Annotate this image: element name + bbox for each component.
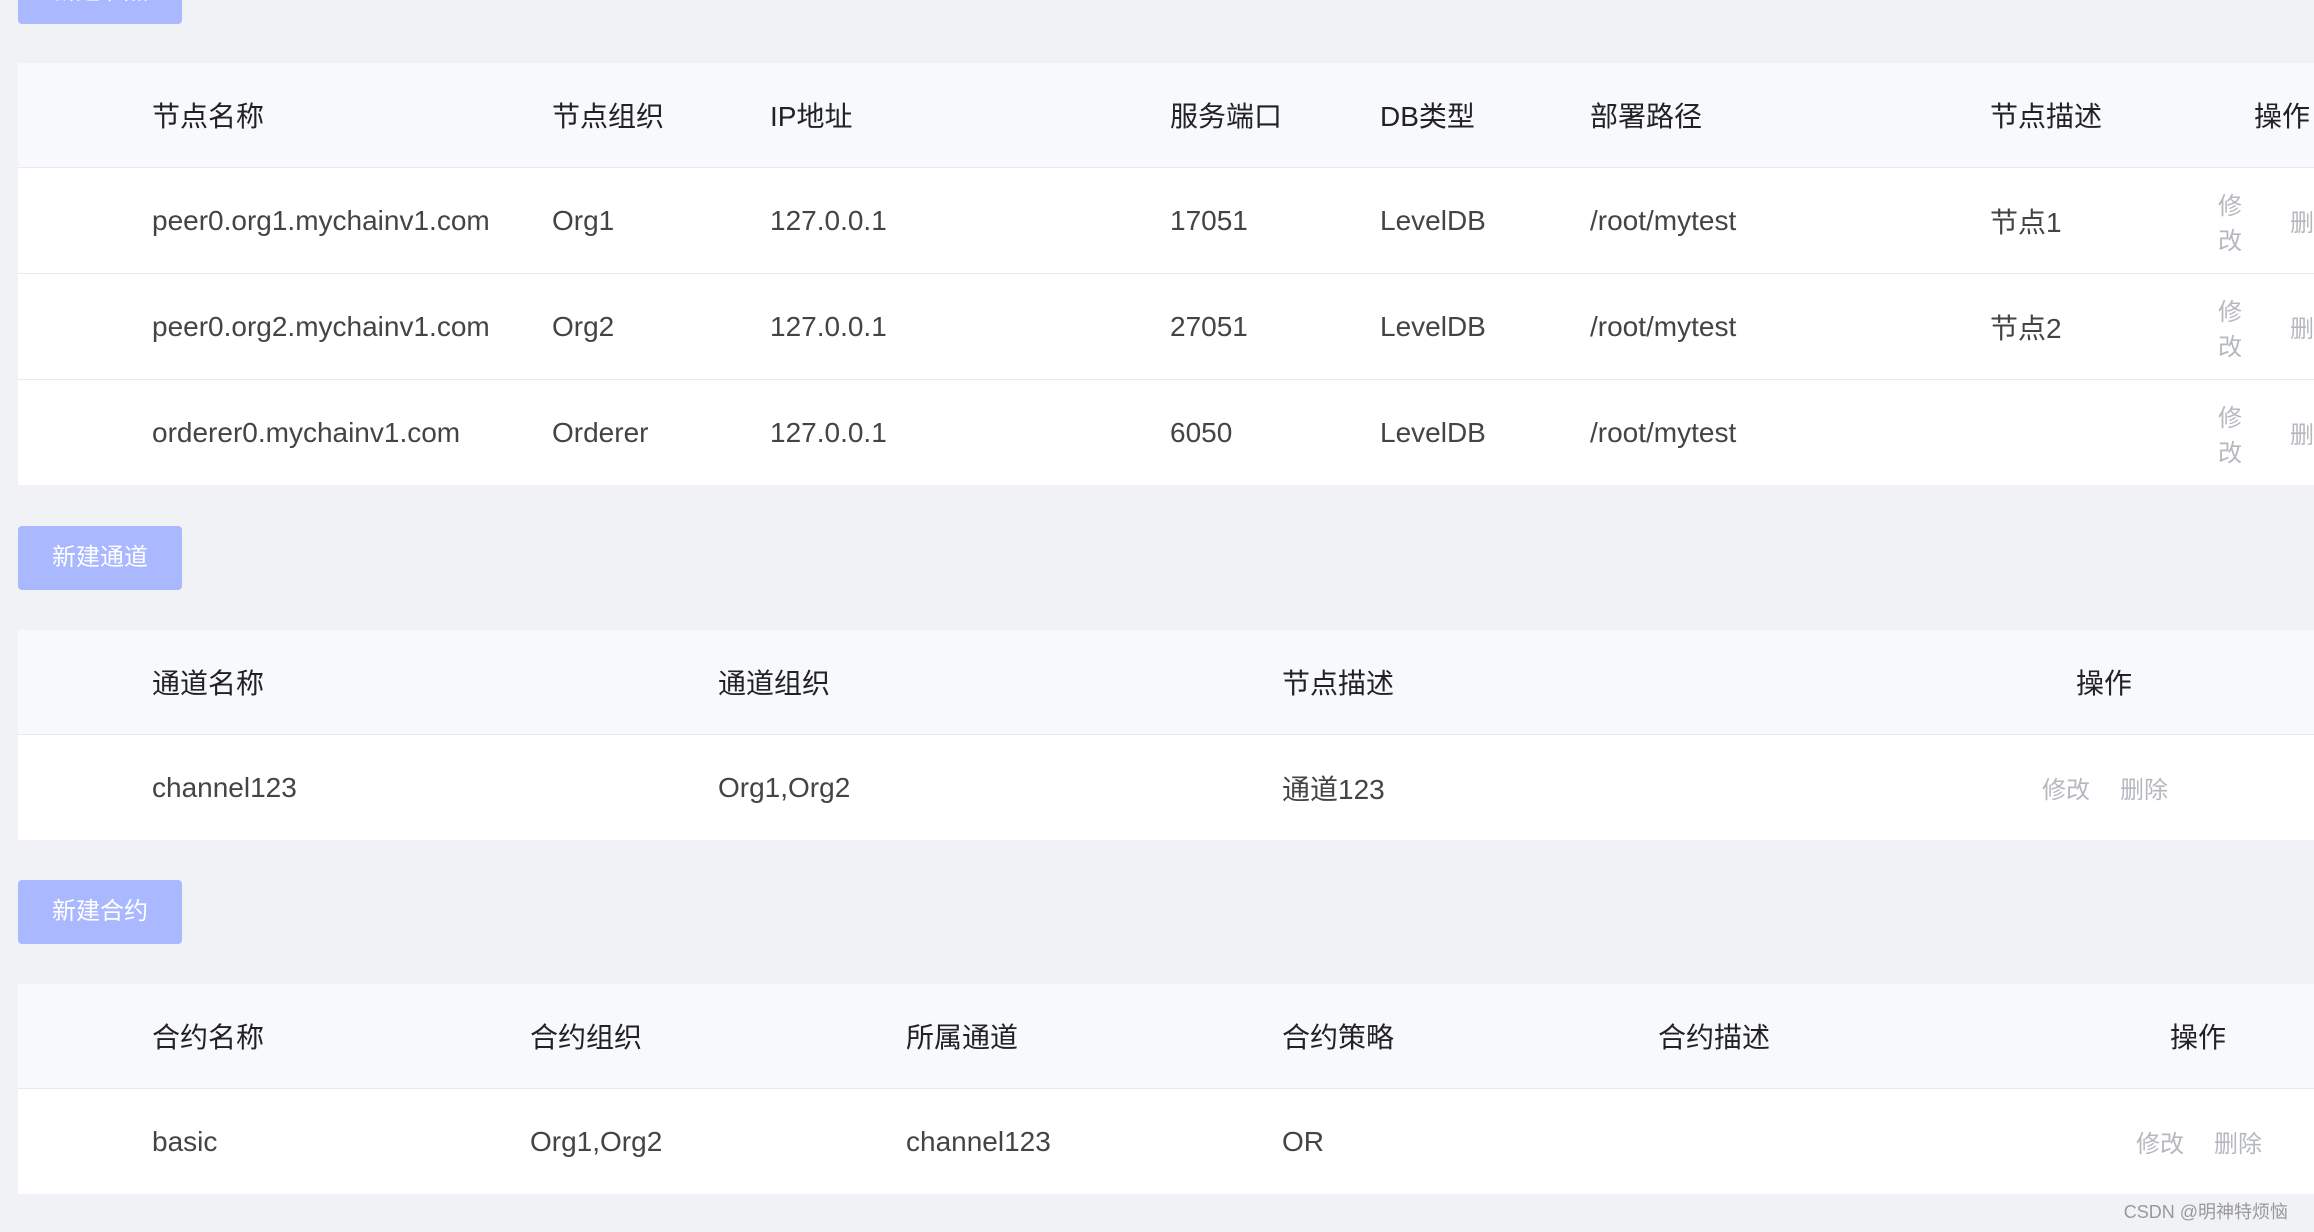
edit-button[interactable]: 修改 [2218, 292, 2260, 362]
header-contract-org: 合约组织 [530, 1022, 643, 1053]
cell-node-org: Org2 [552, 310, 615, 342]
cell-node-name: peer0.org2.mychainv1.com [152, 310, 490, 342]
cell-deploy-path: /root/mytest [1590, 416, 1737, 448]
cell-ip: 127.0.0.1 [770, 310, 887, 342]
edit-button[interactable]: 修改 [2218, 398, 2260, 468]
row-actions: 修改 删除 [2042, 735, 2168, 840]
cell-node-org: Org1 [552, 204, 615, 236]
header-contract-policy: 合约策略 [1282, 1022, 1395, 1053]
cell-db-type: LevelDB [1380, 204, 1486, 236]
header-actions: 操作 [2170, 1022, 2227, 1053]
table-row: orderer0.mychainv1.com Orderer 127.0.0.1… [18, 379, 2314, 485]
header-deploy-path: 部署路径 [1590, 101, 1703, 132]
cell-ip: 127.0.0.1 [770, 204, 887, 236]
header-db-type: DB类型 [1380, 101, 1475, 132]
cell-node-name: peer0.org1.mychainv1.com [152, 204, 490, 236]
cell-port: 17051 [1170, 204, 1248, 236]
delete-button[interactable]: 删 [2290, 415, 2314, 450]
edit-button[interactable]: 修改 [2136, 1124, 2184, 1159]
table-row: peer0.org2.mychainv1.com Org2 127.0.0.1 … [18, 273, 2314, 379]
cell-db-type: LevelDB [1380, 310, 1486, 342]
cell-channel-desc: 通道123 [1282, 773, 1385, 805]
cell-contract-name: basic [152, 1125, 218, 1157]
channel-table: 通道名称 通道组织 节点描述 操作 channel123 Org1,Org2 通… [18, 630, 2314, 840]
header-contract-desc: 合约描述 [1658, 1022, 1771, 1053]
node-table: 节点名称 节点组织 IP地址 服务端口 DB类型 部署路径 节点描述 操作 pe… [18, 63, 2314, 485]
channel-table-header: 通道名称 通道组织 节点描述 操作 [18, 630, 2314, 734]
cell-node-desc: 节点1 [1990, 206, 2062, 238]
header-actions: 操作 [2076, 668, 2133, 699]
node-table-header: 节点名称 节点组织 IP地址 服务端口 DB类型 部署路径 节点描述 操作 [18, 63, 2314, 167]
header-channel-org: 通道组织 [718, 668, 831, 699]
header-node-desc: 节点描述 [1990, 101, 2103, 132]
edit-button[interactable]: 修改 [2042, 770, 2090, 805]
table-row: channel123 Org1,Org2 通道123 修改 删除 [18, 734, 2314, 840]
cell-deploy-path: /root/mytest [1590, 204, 1737, 236]
cell-node-name: orderer0.mychainv1.com [152, 416, 461, 448]
delete-button[interactable]: 删除 [2214, 1124, 2262, 1159]
table-row: basic Org1,Org2 channel123 OR 修改 删除 [18, 1088, 2314, 1194]
delete-button[interactable]: 删除 [2120, 770, 2168, 805]
new-channel-button[interactable]: 新建通道 [18, 526, 182, 590]
row-actions: 修改 删除 [2136, 1089, 2262, 1194]
header-channel-name: 通道名称 [152, 668, 265, 699]
row-actions: 修改 删 [2218, 168, 2314, 273]
table-row: peer0.org1.mychainv1.com Org1 127.0.0.1 … [18, 167, 2314, 273]
cell-port: 27051 [1170, 310, 1248, 342]
delete-button[interactable]: 删 [2290, 309, 2314, 344]
cell-port: 6050 [1170, 416, 1233, 448]
cell-channel-org: Org1,Org2 [718, 771, 851, 803]
contract-table-header: 合约名称 合约组织 所属通道 合约策略 合约描述 操作 [18, 984, 2314, 1088]
cell-deploy-path: /root/mytest [1590, 310, 1737, 342]
cell-node-org: Orderer [552, 416, 649, 448]
header-contract-name: 合约名称 [152, 1022, 265, 1053]
header-port: 服务端口 [1170, 101, 1283, 132]
header-actions: 操作 [2254, 101, 2311, 132]
new-node-button[interactable]: 新建节点 [18, 0, 182, 24]
delete-button[interactable]: 删 [2290, 203, 2314, 238]
cell-contract-policy: OR [1282, 1125, 1324, 1157]
header-channel-desc: 节点描述 [1282, 668, 1395, 699]
row-actions: 修改 删 [2218, 274, 2314, 379]
cell-node-desc: 节点2 [1990, 312, 2062, 344]
edit-button[interactable]: 修改 [2218, 186, 2260, 256]
cell-ip: 127.0.0.1 [770, 416, 887, 448]
page: 新建节点 节点名称 节点组织 IP地址 服务端口 DB类型 部署路径 节点描述 … [0, 0, 2314, 1232]
contract-table: 合约名称 合约组织 所属通道 合约策略 合约描述 操作 basic Org1,O… [18, 984, 2314, 1194]
header-contract-channel: 所属通道 [906, 1022, 1019, 1053]
header-node-org: 节点组织 [552, 101, 665, 132]
cell-channel-name: channel123 [152, 771, 297, 803]
new-contract-button[interactable]: 新建合约 [18, 880, 182, 944]
row-actions: 修改 删 [2218, 380, 2314, 485]
cell-contract-org: Org1,Org2 [530, 1125, 663, 1157]
header-ip: IP地址 [770, 101, 853, 132]
cell-contract-channel: channel123 [906, 1125, 1051, 1157]
cell-db-type: LevelDB [1380, 416, 1486, 448]
watermark: CSDN @明神特烦恼 [2123, 1202, 2288, 1222]
header-node-name: 节点名称 [152, 101, 265, 132]
